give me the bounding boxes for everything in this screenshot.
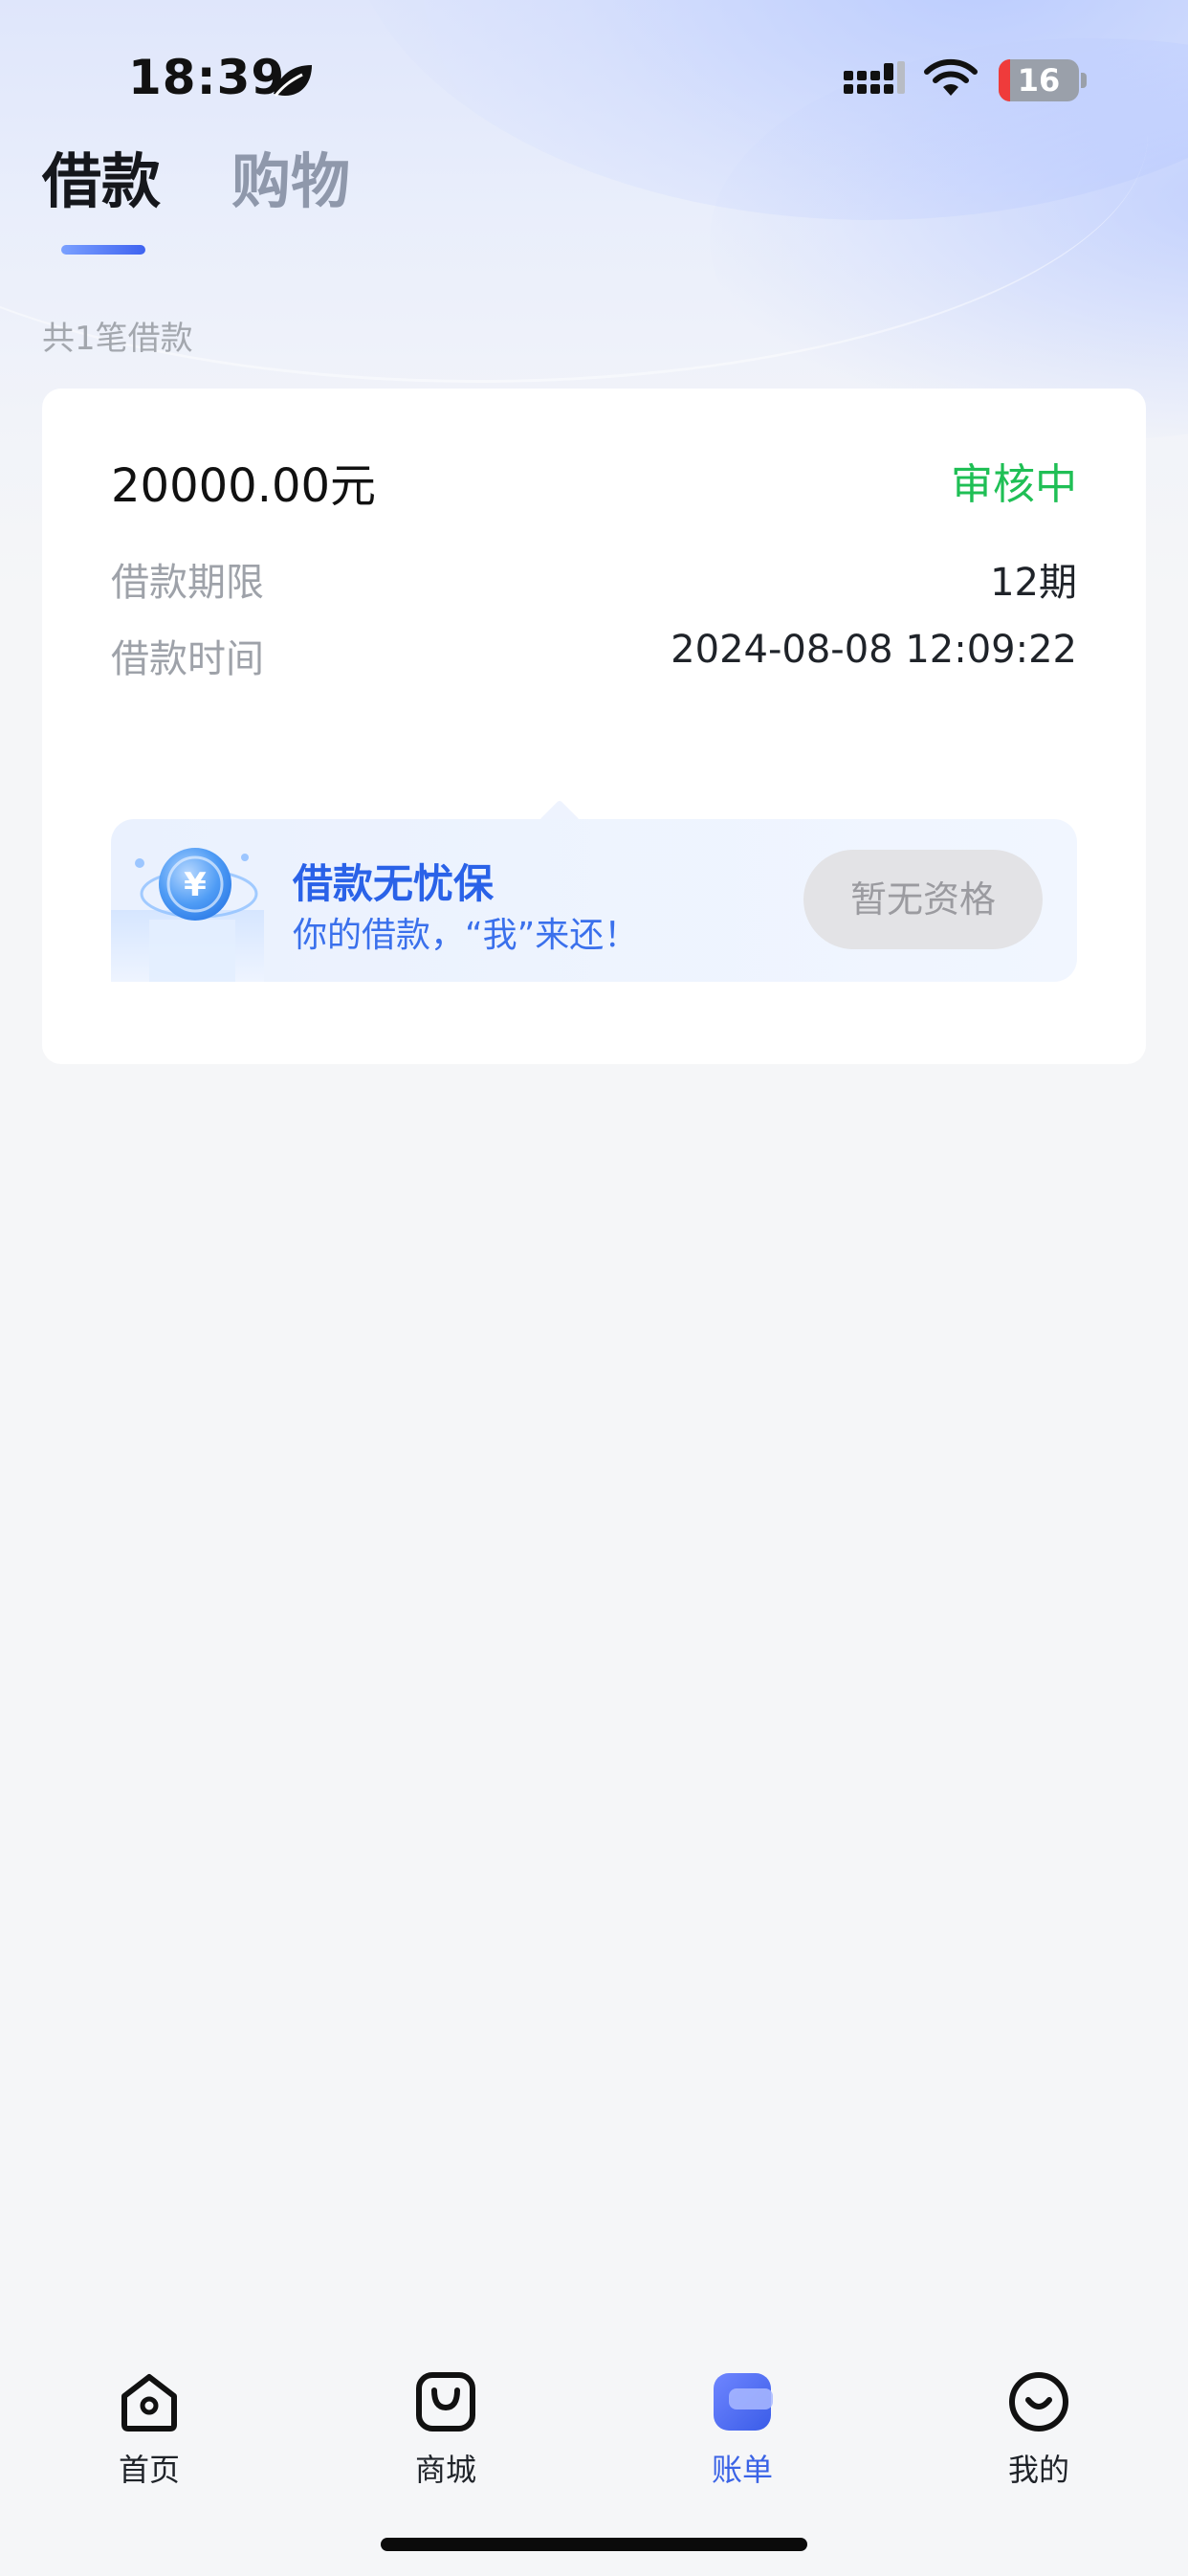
coin-symbol: ¥	[184, 866, 207, 904]
home-icon	[121, 2374, 177, 2432]
nav-bill[interactable]: 账单	[666, 2367, 819, 2490]
cellular-signal-icon	[844, 61, 905, 94]
bill-icon	[714, 2373, 773, 2431]
battery-level: 16	[1017, 62, 1061, 99]
promo-title: 借款无忧保	[293, 860, 495, 907]
shopping-bag-icon	[416, 2372, 475, 2432]
time-value: 2024-08-08 12:09:22	[671, 628, 1077, 672]
nav-me-label: 我的	[1007, 2452, 1069, 2488]
nav-mall-label: 商城	[414, 2452, 476, 2488]
battery-tip	[1081, 73, 1087, 88]
smile-icon	[1009, 2372, 1068, 2432]
status-bar: 18:39 16	[0, 0, 1188, 153]
term-label: 借款期限	[111, 561, 264, 605]
leaf-icon	[274, 65, 312, 97]
tab-shopping[interactable]: 购物	[231, 144, 350, 220]
home-indicator[interactable]	[381, 2538, 807, 2551]
status-time: 18:39	[128, 50, 286, 105]
loan-amount: 20000.00元	[111, 459, 377, 513]
wifi-icon	[924, 58, 978, 96]
loan-count-text: 共1笔借款	[42, 320, 193, 358]
promo-subtitle: 你的借款，“我”来还！	[293, 916, 639, 955]
tab-loan[interactable]: 借款	[42, 144, 161, 220]
loan-card[interactable]: 20000.00元 审核中 借款期限 12期 借款时间 2024-08-08 1…	[42, 389, 1146, 1064]
insurance-promo-banner[interactable]: ¥ 借款无忧保 你的借款，“我”来还！ 暂无资格	[111, 819, 1077, 982]
nav-home[interactable]: 首页	[73, 2367, 226, 2490]
time-label: 借款时间	[111, 637, 264, 681]
nav-mall[interactable]: 商城	[369, 2367, 522, 2490]
battery-icon: 16	[999, 59, 1079, 101]
tab-active-indicator	[61, 245, 145, 255]
yuan-coin-icon: ¥	[111, 848, 264, 982]
not-eligible-button[interactable]: 暂无资格	[803, 850, 1043, 949]
nav-home-label: 首页	[118, 2452, 180, 2488]
nav-me[interactable]: 我的	[962, 2367, 1115, 2490]
loan-status: 审核中	[951, 460, 1077, 509]
term-value: 12期	[990, 561, 1077, 605]
loan-list-page: 18:39 16 借款 购物 共1笔借款 20000.00元 审核中 借款期限 …	[0, 0, 1188, 2576]
nav-bill-label: 账单	[711, 2452, 773, 2488]
